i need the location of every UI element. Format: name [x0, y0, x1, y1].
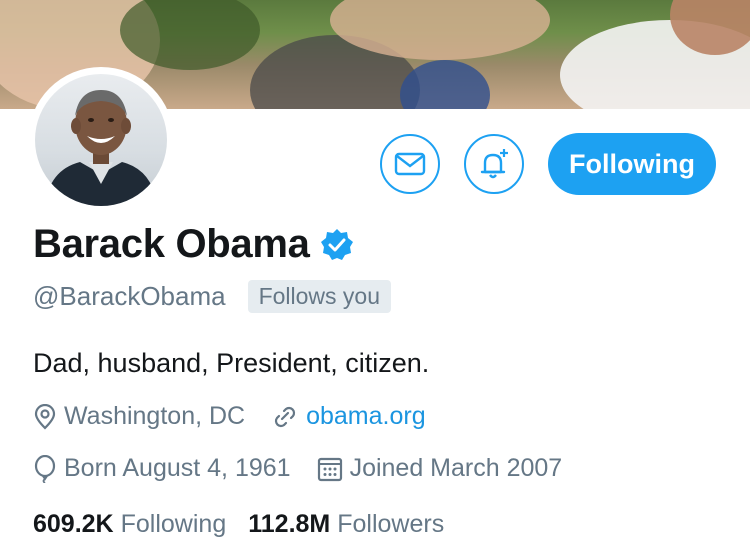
avatar[interactable]	[28, 67, 174, 213]
joined-item: Joined March 2007	[317, 454, 563, 483]
profile-bio: Dad, husband, President, citizen.	[33, 348, 430, 378]
joined-text: Joined March 2007	[349, 454, 563, 482]
birthday-text: Born August 4, 1961	[64, 454, 291, 482]
bell-plus-icon	[480, 149, 508, 179]
profile-meta-row-2: Born August 4, 1961 Joined March 2007	[33, 454, 588, 483]
balloon-icon	[34, 454, 56, 483]
message-button[interactable]	[380, 134, 440, 194]
profile-meta-row-1: Washington, DC obama.org	[33, 402, 452, 431]
following-button[interactable]: Following	[548, 133, 716, 195]
website-link[interactable]: obama.org	[306, 402, 426, 431]
follows-you-badge: Follows you	[247, 280, 392, 313]
following-label[interactable]: Following	[121, 510, 227, 539]
notifications-button[interactable]	[464, 134, 524, 194]
location-item: Washington, DC	[33, 402, 245, 431]
website-item[interactable]: obama.org	[271, 402, 426, 431]
display-name: Barack Obama	[33, 222, 310, 266]
following-count[interactable]: 609.2K	[33, 510, 114, 539]
calendar-icon	[317, 457, 342, 481]
avatar-photo	[35, 74, 167, 206]
followers-count[interactable]: 112.8M	[248, 510, 330, 539]
location-text: Washington, DC	[64, 402, 246, 430]
followers-label[interactable]: Followers	[337, 510, 444, 539]
profile-actions: Following	[380, 133, 716, 195]
person-illustration	[45, 90, 157, 206]
envelope-icon	[394, 152, 426, 176]
birthday-item: Born August 4, 1961	[33, 454, 291, 483]
banner-shape	[400, 60, 490, 109]
username-handle: @BarackObama	[33, 281, 226, 311]
verified-badge-icon	[320, 228, 353, 260]
handle-row: @BarackObama Follows you	[33, 280, 392, 313]
profile-stats: 609.2K Following 112.8M Followers	[33, 510, 466, 539]
link-icon	[275, 406, 296, 427]
profile-name-row: Barack Obama	[33, 222, 354, 267]
location-pin-icon	[34, 403, 56, 430]
